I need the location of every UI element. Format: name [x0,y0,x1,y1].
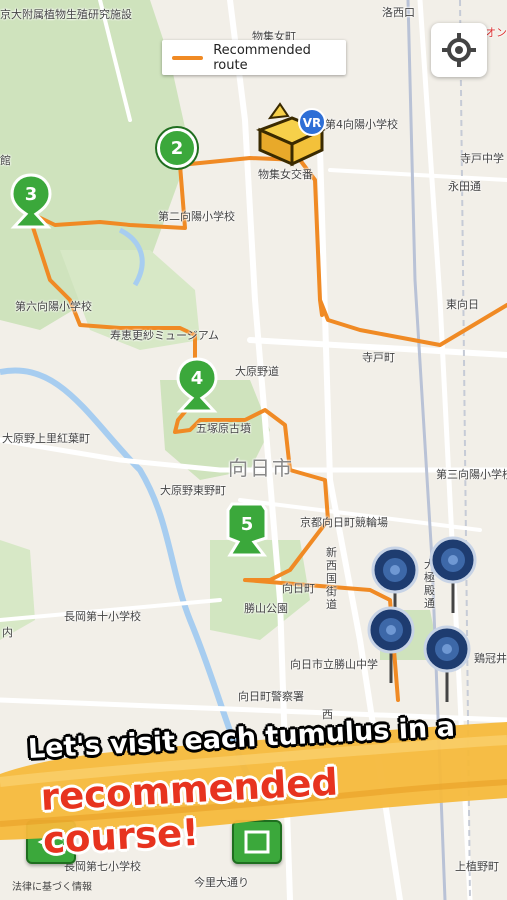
map-label: 東向日 [446,298,479,311]
tumulus-pin[interactable] [426,535,480,615]
tumulus-pin[interactable] [364,605,418,685]
map-label: 長岡第十小学校 [64,610,141,623]
route-legend-label: Recommended route [213,42,311,73]
marker-number: 2 [170,137,184,159]
marker-number: 5 [241,514,254,535]
legal-link[interactable]: 法律に基づく情報 [12,878,92,893]
map-label: 第六向陽小学校 [15,300,92,313]
map-label: 今里大通り [194,876,249,889]
map-label: 大原野東野町 [160,484,226,497]
map-label: 京大附属植物生殖研究施設 [0,8,132,21]
map-label: 新西国街道 [326,546,337,611]
map-label: 内 [2,626,13,639]
marker-number: 3 [25,184,38,205]
route-legend-swatch [172,55,204,60]
locate-button[interactable] [431,23,487,77]
map-label: 京都向日町競輪場 [300,516,388,529]
map-label: 寺戸中学 [460,152,504,165]
map-label: 洛西口 [382,6,415,19]
map-label: 向日町 [282,582,315,595]
map-label: 長岡第七小学校 [64,860,141,873]
map-screen: 京大附属植物生殖研究施設 物集女町 洛西口 イオンモ 第4向陽小学校 寺戸中学 … [0,0,507,900]
marker-number: 4 [191,368,204,389]
map-label: 大原野上里紅葉町 [2,432,90,445]
map-label: 鶏冠井 [474,652,507,665]
map-label: 第4向陽小学校 [325,118,398,131]
map-label: 永田通 [448,180,481,193]
map-label: 上植野町 [455,860,499,873]
map-label: 第三向陽小学校 [436,468,507,481]
map-label: 大原野道 [235,365,279,378]
route-marker-3[interactable]: 3 [8,172,54,230]
map-label: 寺戸町 [362,351,395,364]
route-legend: Recommended route [162,40,346,75]
map-label: 五塚原古墳 [196,422,251,435]
map-label: 寿恵更紗ミュージアム [110,329,220,342]
vr-badge: VR [303,116,322,130]
promo-banner: Let's visit each tumulus in a recommende… [0,712,507,862]
map-label: 館 [0,154,11,167]
map-label: 向日町警察署 [238,690,304,703]
map-label: 第二向陽小学校 [158,210,235,223]
city-label: 向日市 [228,456,294,480]
route-marker-2[interactable]: 2 [157,128,197,168]
tumulus-pin[interactable] [420,624,474,704]
map-label: 勝山公園 [244,602,288,615]
route-marker-5[interactable]: 5 [224,500,270,558]
route-marker-4[interactable]: 4 [174,356,220,414]
vr-treasure-icon[interactable]: VR [252,100,332,170]
crosshair-icon [442,33,476,67]
